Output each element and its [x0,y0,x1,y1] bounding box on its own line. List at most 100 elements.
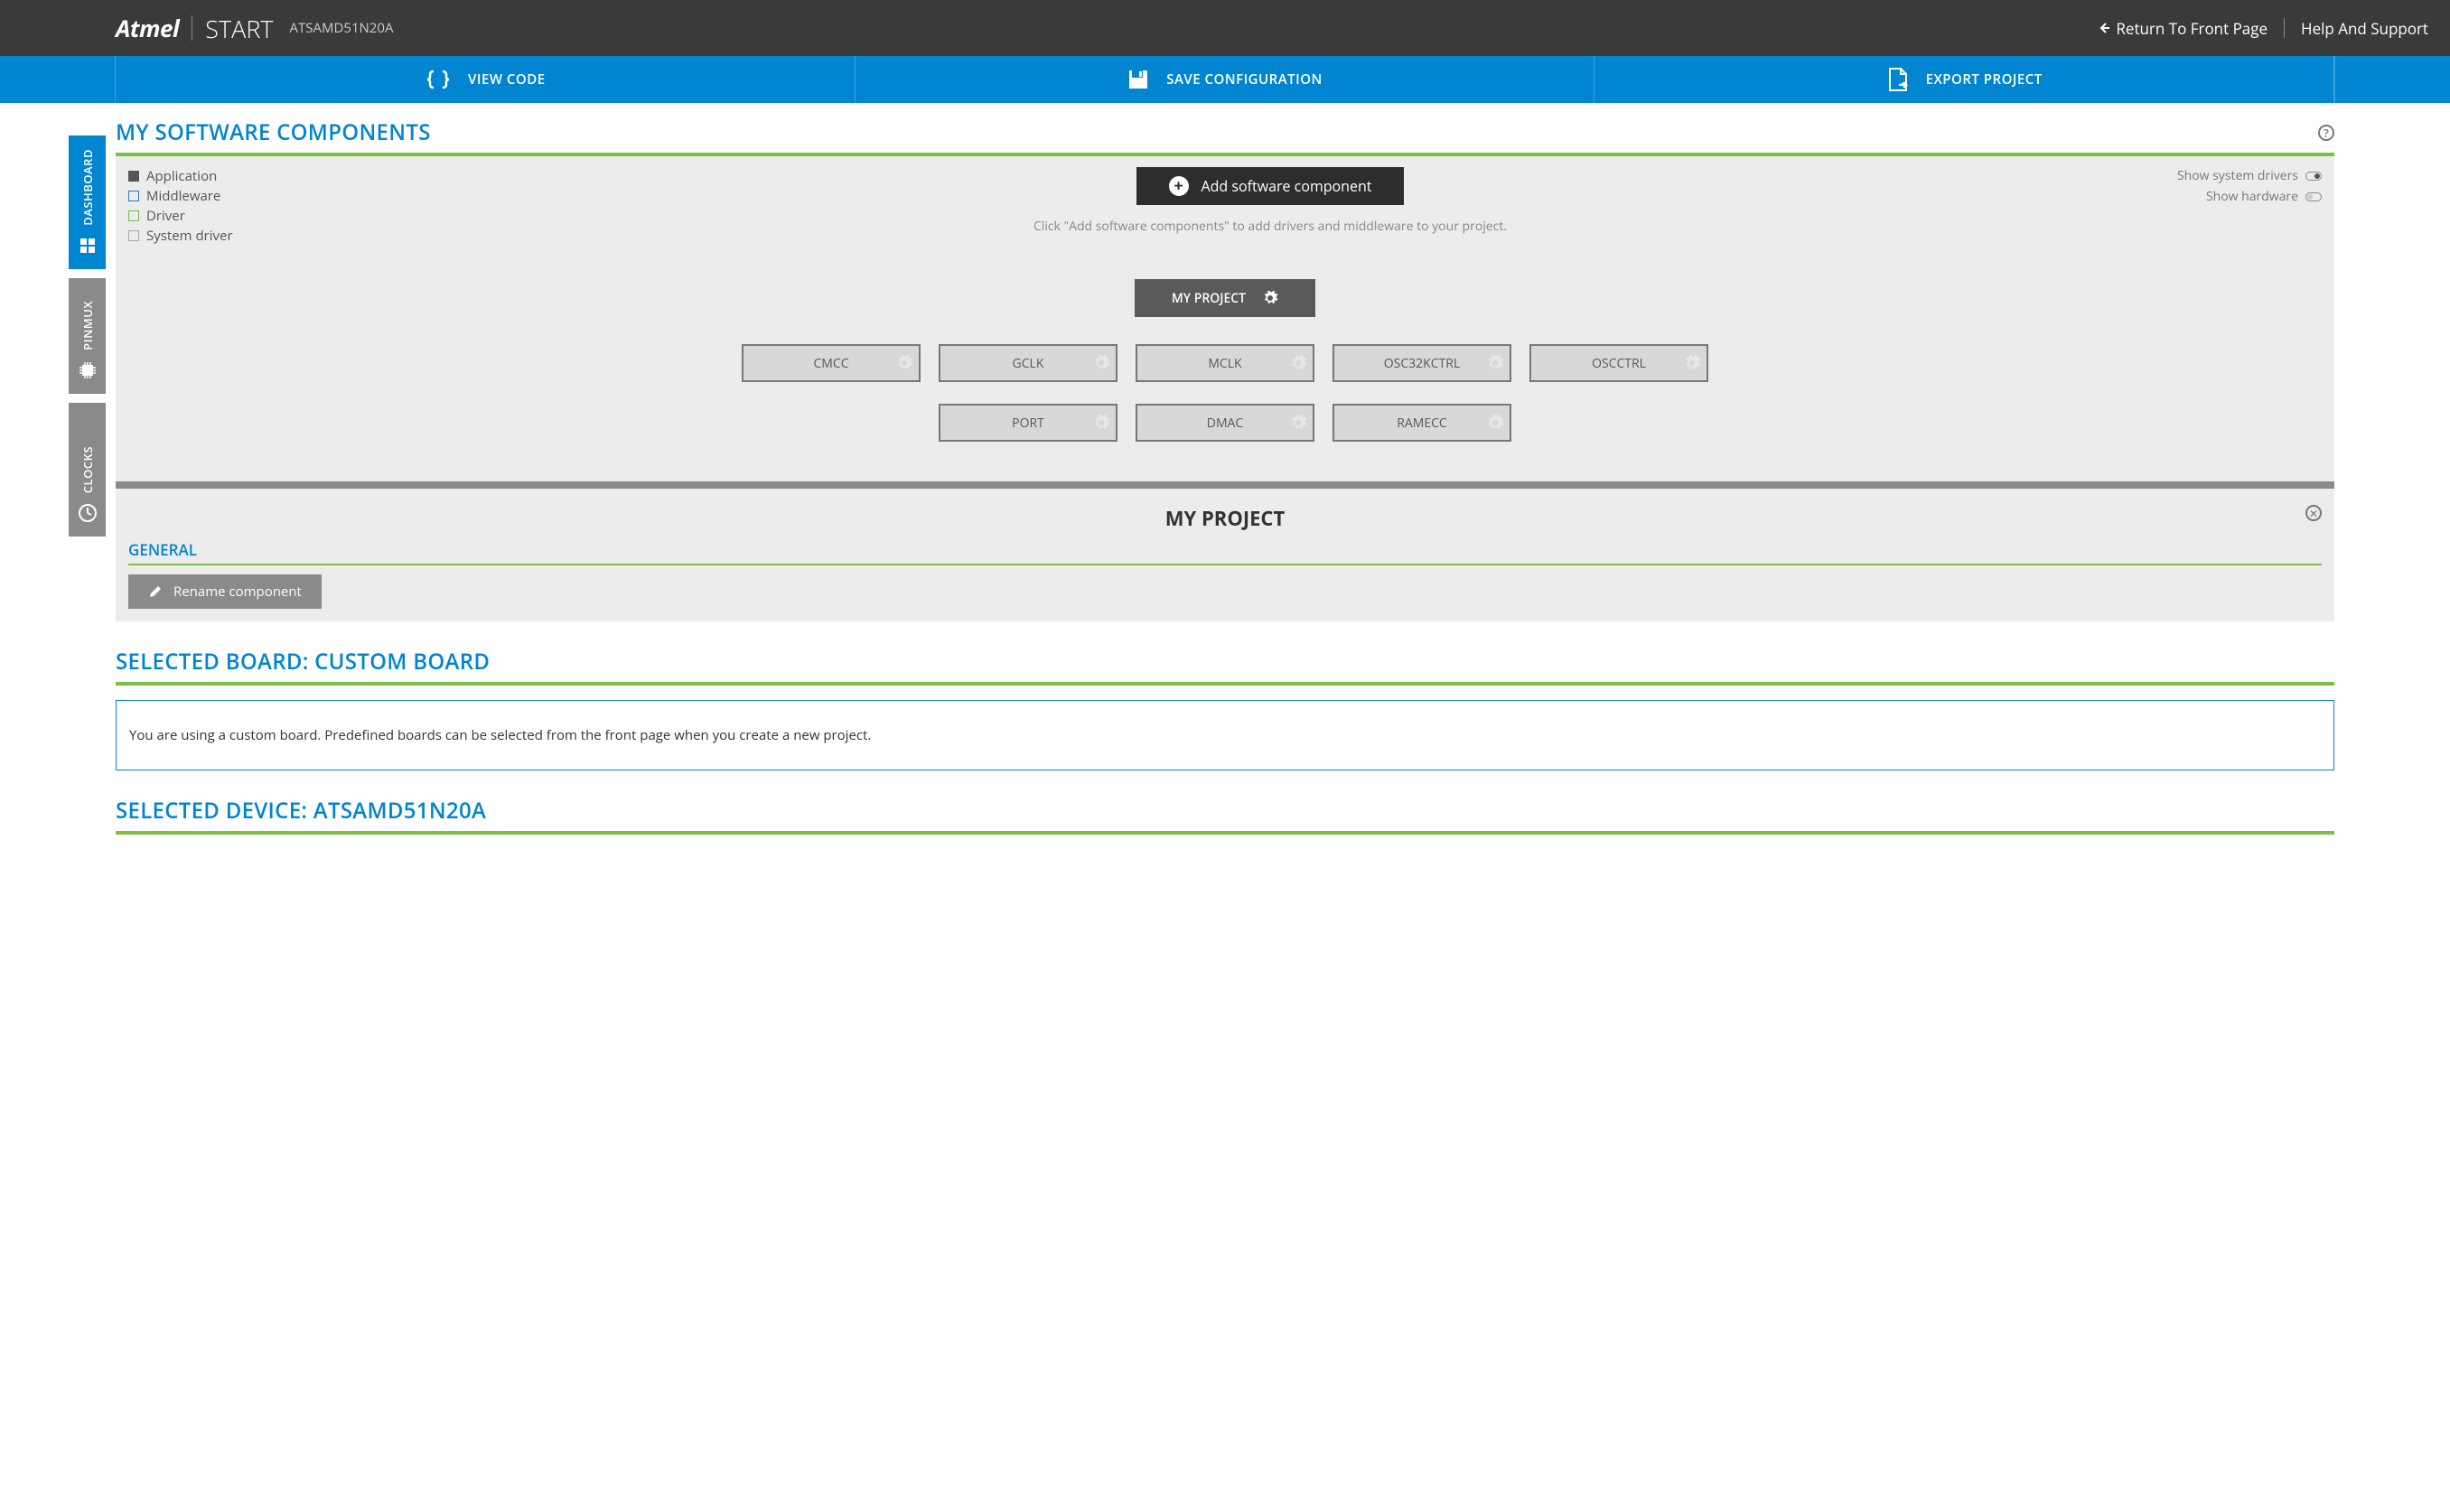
help-link[interactable]: Help And Support [2301,18,2428,39]
my-project-label: MY PROJECT [1172,290,1246,307]
gear-icon [1092,414,1110,432]
toggle-switch-icon [2305,172,2322,181]
topbar-left: Atmel START ATSAMD51N20A [116,12,393,45]
gear-icon [1683,354,1701,372]
return-link-label: Return To Front Page [2116,18,2268,39]
view-code-label: VIEW CODE [468,70,546,89]
divider [128,564,2322,565]
node-oscctrl[interactable]: OSCCTRL [1529,344,1708,382]
toggle-show-system-drivers[interactable]: Show system drivers [2177,167,2322,184]
node-label: PORT [1012,415,1044,432]
chip-icon [77,359,98,381]
square-icon [128,210,139,221]
my-project-card[interactable]: MY PROJECT [1135,279,1315,317]
pencil-icon [148,584,163,599]
save-config-button[interactable]: SAVE CONFIGURATION [856,56,1595,103]
sidetab-label: CLOCKS [79,446,96,493]
node-cmcc[interactable]: CMCC [742,344,921,382]
sidetab-clocks[interactable]: CLOCKS [69,403,106,537]
node-dmac[interactable]: DMAC [1136,404,1314,442]
toggle-show-hardware[interactable]: Show hardware [2206,188,2322,205]
hint-text: Click "Add software components" to add d… [1033,218,1507,235]
help-icon[interactable]: ? [2318,125,2334,141]
center-column: + Add software component Click "Add soft… [417,167,2123,247]
device-label: ATSAMD51N20A [290,19,394,37]
section-header: MY SOFTWARE COMPONENTS ? [116,117,2334,147]
return-link[interactable]: Return To Front Page [2099,18,2268,39]
board-section: SELECTED BOARD: CUSTOM BOARD You are usi… [116,647,2334,770]
square-icon [128,230,139,241]
node-mclk[interactable]: MCLK [1136,344,1314,382]
section-title: MY SOFTWARE COMPONENTS [116,117,431,147]
gear-icon [1262,290,1278,306]
spacer [0,56,116,103]
node-label: MCLK [1208,355,1241,372]
gear-icon [1486,354,1504,372]
export-icon [1886,67,1910,92]
spacer [2334,56,2450,103]
toggles: Show system drivers Show hardware [2141,167,2322,247]
general-section: GENERAL Rename component [116,539,2334,621]
rename-label: Rename component [173,583,302,601]
legend-driver: Driver [128,207,399,225]
export-project-button[interactable]: EXPORT PROJECT [1594,56,2334,103]
toggle-label: Show system drivers [2177,167,2298,184]
add-software-component-button[interactable]: + Add software component [1136,167,1405,205]
square-icon [128,191,139,201]
node-osc32kctrl[interactable]: OSC32KCTRL [1333,344,1511,382]
node-label: RAMECC [1397,415,1447,432]
toggle-label: Show hardware [2206,188,2298,205]
nodes-row-1: CMCC GCLK MCLK OSC32KCTRL OSCCTRL [143,344,2307,382]
legend-application: Application [128,167,399,185]
node-gclk[interactable]: GCLK [939,344,1117,382]
topbar-right: Return To Front Page Help And Support [2099,18,2428,39]
node-label: OSC32KCTRL [1384,355,1460,372]
legend-label: System driver [146,227,233,245]
general-label: GENERAL [128,539,2322,560]
node-ramecc[interactable]: RAMECC [1333,404,1511,442]
rename-component-button[interactable]: Rename component [128,574,322,609]
main-content: MY SOFTWARE COMPONENTS ? Application Mid… [116,103,2334,835]
gear-icon [1486,414,1504,432]
save-icon [1127,68,1150,91]
divider [116,481,2334,489]
topbar: Atmel START ATSAMD51N20A Return To Front… [0,0,2450,56]
sidetab-dashboard[interactable]: DASHBOARD [69,135,106,269]
divider [2284,18,2285,38]
save-config-label: SAVE CONFIGURATION [1166,70,1323,89]
nodes-wrap: CMCC GCLK MCLK OSC32KCTRL OSCCTRL PORT D… [116,317,2334,481]
legend-label: Driver [146,207,185,225]
components-section: MY SOFTWARE COMPONENTS ? Application Mid… [116,117,2334,621]
arrow-left-icon [2099,23,2110,33]
square-icon [128,171,139,182]
legend-label: Middleware [146,187,220,205]
panel-top: Application Middleware Driver System dri… [116,156,2334,247]
components-panel: Application Middleware Driver System dri… [116,156,2334,621]
legend: Application Middleware Driver System dri… [128,167,399,247]
node-label: CMCC [813,355,848,372]
node-port[interactable]: PORT [939,404,1117,442]
detail-title: MY PROJECT [1165,505,1285,532]
view-code-button[interactable]: VIEW CODE [116,56,856,103]
legend-middleware: Middleware [128,187,399,205]
close-icon[interactable]: ✕ [2305,505,2322,521]
brand-logo: Atmel [116,12,179,44]
clock-icon [77,502,98,524]
detail-header: MY PROJECT ✕ [116,489,2334,539]
gear-icon [1092,354,1110,372]
dashboard-icon [77,235,98,257]
plus-circle-icon: + [1169,176,1189,196]
legend-system-driver: System driver [128,227,399,245]
sidetab-pinmux[interactable]: PINMUX [69,278,106,394]
node-label: DMAC [1207,415,1243,432]
nodes-row-2: PORT DMAC RAMECC [143,404,2307,442]
divider [116,831,2334,835]
sidetab-label: DASHBOARD [79,149,96,226]
gear-icon [1289,414,1307,432]
gear-icon [1289,354,1307,372]
add-software-label: Add software component [1202,176,1372,196]
export-project-label: EXPORT PROJECT [1926,70,2043,89]
sidetab-label: PINMUX [79,301,96,350]
code-braces-icon [425,69,452,90]
start-label: START [205,12,273,45]
